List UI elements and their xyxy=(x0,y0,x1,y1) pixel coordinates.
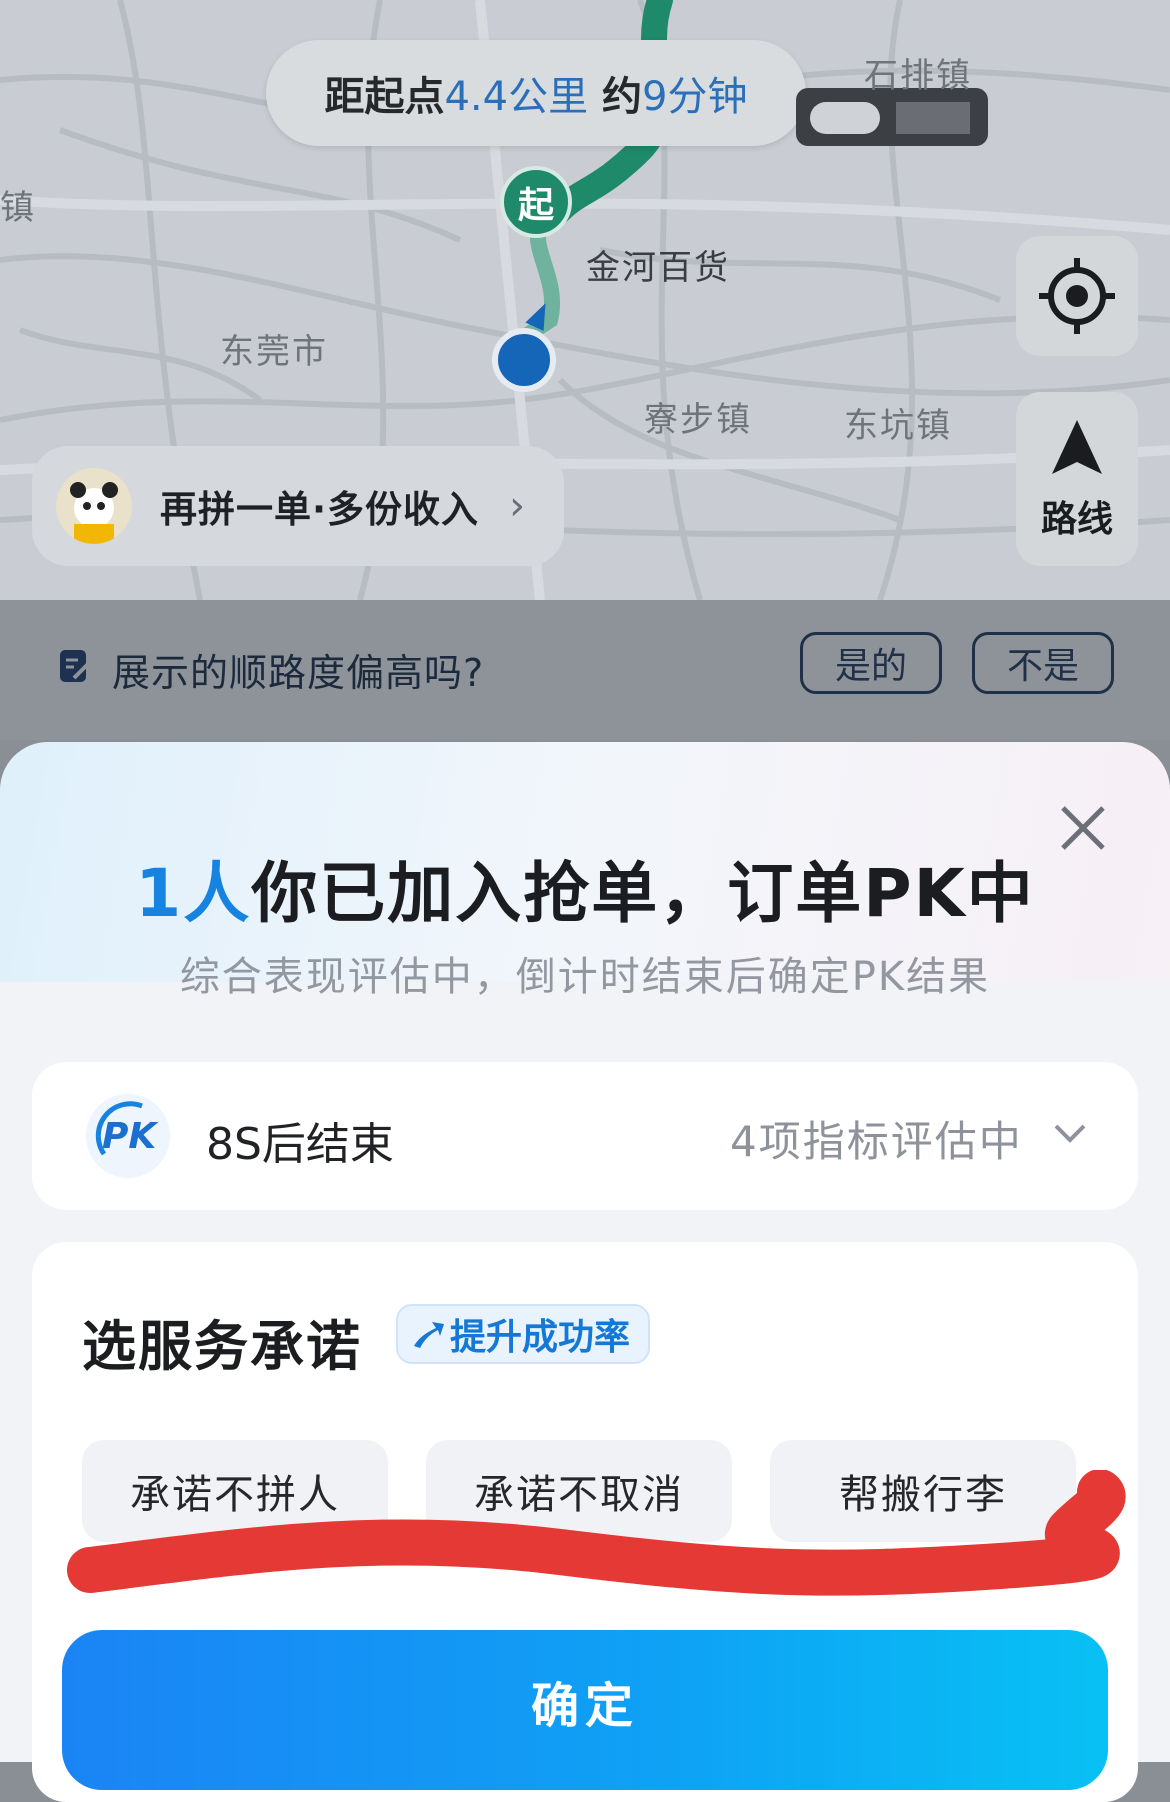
edit-note-icon xyxy=(60,650,90,682)
start-marker-label: 起 xyxy=(517,185,554,226)
distance-pill: 距起点 4.4公里 约 9分钟 xyxy=(266,40,806,146)
red-underline-annotation xyxy=(67,1470,1126,1596)
feedback-yes-button[interactable]: 是的 xyxy=(800,632,942,694)
navigation-arrow-icon xyxy=(1052,420,1102,474)
pk-logo-icon: PK xyxy=(86,1094,170,1178)
duration-value: 9分钟 xyxy=(642,74,748,120)
feedback-no-button[interactable]: 不是 xyxy=(972,632,1114,694)
pk-logo-text: PK xyxy=(102,1116,157,1157)
feedback-question: 展示的顺路度偏高吗? xyxy=(112,651,485,695)
place-dongkeng: 东坑镇 xyxy=(844,406,952,446)
place-dongguan: 东莞市 xyxy=(220,332,328,372)
success-rate-badge: 提升成功率 xyxy=(396,1304,650,1364)
page-subtitle: 综合表现评估中，倒计时结束后确定PK结果 xyxy=(179,954,991,1000)
chevron-down-icon[interactable] xyxy=(1050,1118,1090,1148)
panda-avatar-icon xyxy=(56,468,132,544)
pk-metrics[interactable]: 4项指标评估中 xyxy=(730,1108,1023,1169)
success-rate-label: 提升成功率 xyxy=(450,1317,631,1358)
pk-countdown: 8S后结束 xyxy=(206,1119,394,1170)
title-count: 1人 xyxy=(135,855,252,932)
route-button-label: 路线 xyxy=(1040,499,1113,540)
carpool-promo[interactable]: 再拼一单·多份收入 › xyxy=(32,446,564,566)
route-button[interactable]: 路线 xyxy=(1016,392,1138,566)
trend-up-icon xyxy=(414,1322,444,1348)
place-liaobu: 寮步镇 xyxy=(644,400,752,440)
service-title: 选服务承诺 xyxy=(82,1315,362,1378)
place-shipaizhen: 石排镇 xyxy=(864,56,972,96)
confirm-button[interactable]: 确定 xyxy=(62,1630,1108,1790)
locate-button[interactable] xyxy=(1016,236,1138,356)
duration-prefix: 约 xyxy=(602,74,643,120)
place-zhen: 镇 xyxy=(0,188,36,228)
current-location-icon xyxy=(492,328,556,392)
promo-label: 再拼一单·多份收入 xyxy=(160,488,480,531)
locate-icon xyxy=(1039,258,1115,334)
chevron-right-icon: › xyxy=(509,483,526,529)
map-view[interactable]: 距起点 4.4公里 约 9分钟 石排镇 镇 金河百货 东莞市 寮步镇 东坑镇 起 路… xyxy=(0,0,1170,600)
distance-prefix: 距起点 xyxy=(324,74,445,120)
start-marker: 起 xyxy=(500,166,572,238)
page-title: 1人你已加入抢单，订单PK中 xyxy=(0,840,1170,936)
distance-value: 4.4公里 xyxy=(444,74,589,120)
place-jinhe: 金河百货 xyxy=(586,248,730,288)
title-text: 你已加入抢单，订单PK中 xyxy=(251,855,1035,932)
